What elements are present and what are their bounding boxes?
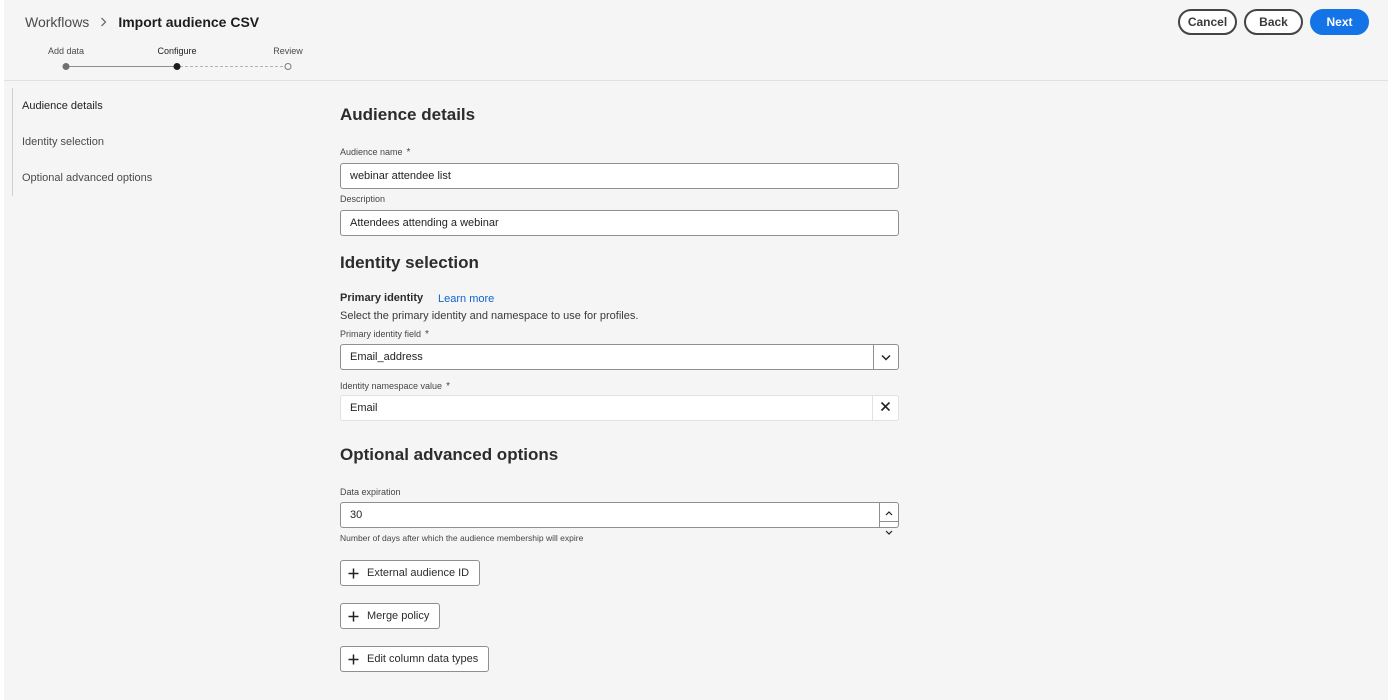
primary-identity-help: Select the primary identity and namespac… (340, 310, 639, 322)
add-external-audience-id-button[interactable]: External audience ID (340, 560, 481, 586)
step-label-configure: Configure (157, 46, 197, 56)
section-title-identity-selection: Identity selection (340, 253, 479, 272)
primary-identity-field-dropdown-button[interactable] (873, 344, 899, 370)
add-merge-policy-button[interactable]: Merge policy (340, 603, 441, 629)
audience-name-value: webinar attendee list (350, 170, 451, 182)
plus-icon (348, 611, 359, 622)
description-input[interactable]: Attendees attending a webinar (340, 210, 899, 236)
learn-more-link[interactable]: Learn more (438, 293, 494, 305)
data-expiration-input[interactable]: 30 (340, 502, 879, 528)
primary-identity-heading: Primary identity (340, 292, 424, 304)
page-title: Import audience CSV (118, 14, 260, 30)
step-marker-review (284, 63, 292, 70)
chevron-right-icon (100, 17, 107, 27)
step-marker-add-data (62, 63, 70, 70)
primary-identity-field-combobox: Email_address (340, 344, 899, 370)
audience-name-label: Audience name * (340, 147, 410, 158)
add-merge-policy-label: Merge policy (367, 610, 430, 622)
data-expiration-help: Number of days after which the audience … (340, 533, 584, 543)
data-expiration-stepper (879, 502, 899, 535)
step-label-review: Review (273, 46, 303, 56)
edit-column-data-types-button[interactable]: Edit column data types (340, 646, 490, 672)
chevron-down-icon (881, 348, 891, 366)
required-marker: * (425, 329, 429, 340)
chevron-up-icon (885, 503, 893, 521)
plus-icon (348, 568, 359, 579)
primary-identity-field-label-text: Primary identity field (340, 329, 422, 339)
audience-name-label-text: Audience name (340, 147, 403, 157)
required-marker: * (446, 381, 450, 392)
identity-namespace-value: Email (350, 402, 378, 414)
identity-namespace-input[interactable]: Email (340, 395, 872, 421)
primary-identity-field-label: Primary identity field * (340, 329, 429, 340)
plus-icon (348, 654, 359, 665)
identity-namespace-field: Email (340, 395, 899, 421)
identity-namespace-label-text: Identity namespace value (340, 381, 443, 391)
step-label-add-data: Add data (47, 46, 85, 56)
edit-column-data-types-label: Edit column data types (367, 653, 479, 665)
description-value: Attendees attending a webinar (350, 217, 499, 229)
breadcrumb-workflows-link[interactable]: Workflows (25, 14, 89, 30)
back-button[interactable]: Back (1244, 9, 1303, 35)
step-marker-configure (173, 63, 181, 70)
section-title-audience-details: Audience details (340, 105, 476, 124)
step-connector-done (67, 66, 177, 67)
next-button[interactable]: Next (1310, 9, 1369, 35)
section-title-optional-advanced-options: Optional advanced options (340, 445, 559, 464)
nav-item-identity-selection[interactable]: Identity selection (13, 124, 212, 160)
workflow-stepper: Add data Configure Review (4, 46, 344, 76)
cancel-button[interactable]: Cancel (1178, 9, 1237, 35)
primary-identity-field-value: Email_address (350, 351, 423, 363)
decrement-button[interactable] (880, 521, 898, 540)
required-marker: * (406, 147, 411, 158)
description-label: Description (340, 194, 386, 204)
header-divider (4, 80, 1388, 81)
add-external-audience-id-label: External audience ID (367, 567, 470, 579)
data-expiration-label: Data expiration (340, 487, 401, 497)
identity-namespace-label: Identity namespace value * (340, 381, 450, 392)
increment-button[interactable] (880, 503, 898, 521)
audience-name-input[interactable]: webinar attendee list (340, 163, 899, 189)
close-icon (880, 399, 891, 417)
section-nav: Audience details Identity selection Opti… (12, 88, 212, 196)
header-actions: Cancel Back Next (1178, 9, 1369, 35)
data-expiration-number-field: 30 (340, 502, 899, 535)
identity-namespace-clear-button[interactable] (872, 395, 899, 421)
step-connector-pending (180, 66, 288, 67)
nav-item-audience-details[interactable]: Audience details (13, 88, 212, 124)
breadcrumb: Workflows Import audience CSV (25, 14, 259, 30)
primary-identity-field-input[interactable]: Email_address (340, 344, 873, 370)
data-expiration-value: 30 (350, 509, 363, 521)
nav-item-optional-advanced-options[interactable]: Optional advanced options (13, 160, 212, 196)
chevron-down-icon (885, 522, 893, 540)
page: Workflows Import audience CSV Cancel Bac… (4, 0, 1388, 700)
